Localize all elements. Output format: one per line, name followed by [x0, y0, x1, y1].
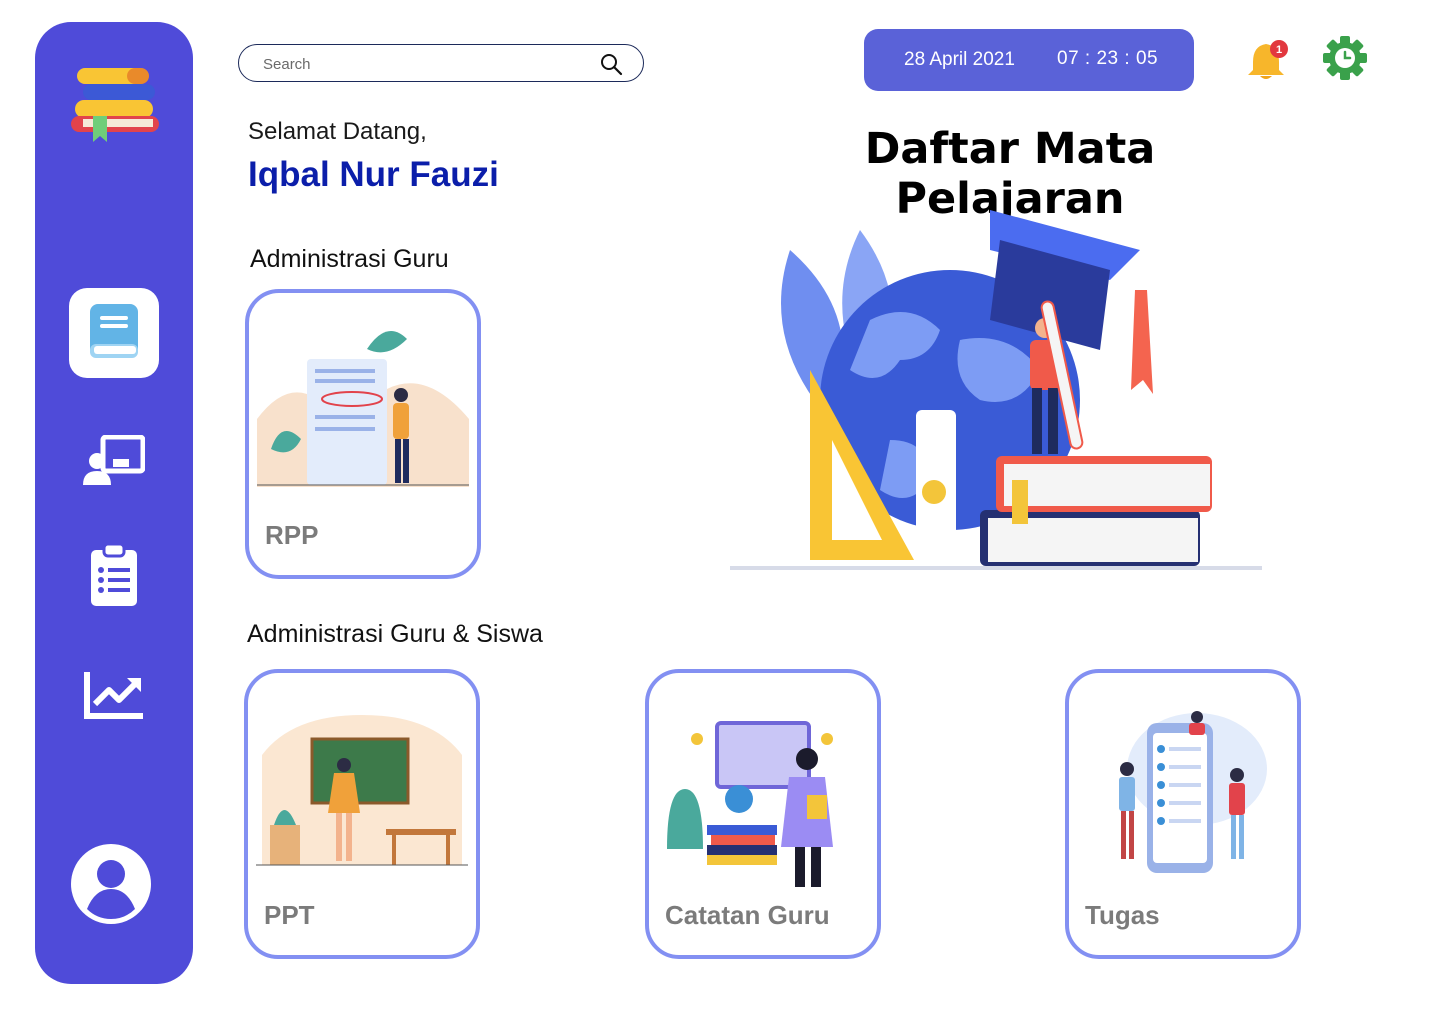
datetime-display: 28 April 2021 07 : 23 : 05	[864, 29, 1194, 91]
section-title-teacher-admin: Administrasi Guru	[250, 245, 449, 273]
classroom-teacher-illustration	[256, 699, 468, 867]
bell-icon: 1	[1248, 40, 1288, 79]
card-label: RPP	[265, 520, 319, 550]
settings-button[interactable]	[1322, 35, 1368, 81]
current-date: 28 April 2021	[904, 49, 1015, 70]
section-title-teacher-student-admin: Administrasi Guru & Siswa	[247, 620, 543, 648]
teacher-notes-illustration	[657, 699, 869, 887]
sidebar-item-subjects[interactable]	[69, 288, 159, 378]
card-label: Tugas	[1085, 900, 1160, 930]
card-label: Catatan Guru	[665, 900, 830, 930]
card-label: PPT	[264, 900, 315, 930]
clipboard-list-icon	[89, 542, 139, 613]
lesson-plan-illustration	[257, 319, 469, 489]
search-bar	[238, 44, 644, 82]
user-name: Iqbal Nur Fauzi	[248, 155, 499, 194]
sidebar-item-reports[interactable]	[69, 662, 159, 732]
notification-badge: 1	[1276, 44, 1282, 56]
books-logo-icon	[69, 66, 161, 142]
current-time: 07 : 23 : 05	[1057, 48, 1159, 69]
user-profile-icon[interactable]	[70, 843, 152, 925]
sidebar	[35, 22, 193, 984]
welcome-text: Selamat Datang,	[248, 118, 427, 145]
sidebar-item-tasks[interactable]	[69, 542, 159, 612]
book-icon	[88, 302, 140, 365]
chart-line-icon	[83, 670, 145, 725]
search-input[interactable]	[263, 54, 593, 74]
search-icon[interactable]	[599, 52, 623, 76]
task-checklist-illustration	[1077, 699, 1289, 873]
card-tugas[interactable]: Tugas	[1065, 669, 1301, 959]
sidebar-item-presentation[interactable]	[69, 428, 159, 498]
education-hero-illustration	[700, 190, 1290, 610]
card-catatan-guru[interactable]: Catatan Guru	[645, 669, 881, 959]
gear-clock-icon	[1323, 36, 1367, 80]
notification-button[interactable]: 1	[1246, 38, 1292, 82]
presentation-icon	[83, 434, 146, 492]
card-rpp[interactable]: RPP	[245, 289, 481, 579]
card-ppt[interactable]: PPT	[244, 669, 480, 959]
